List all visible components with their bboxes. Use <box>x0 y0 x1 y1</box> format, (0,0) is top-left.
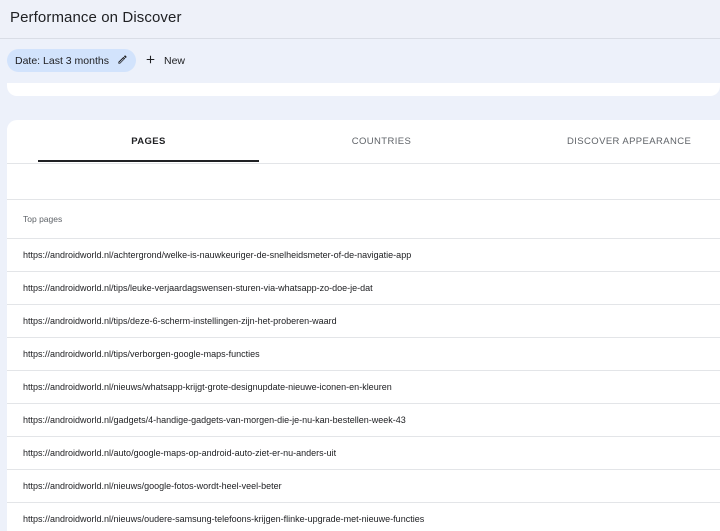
pencil-icon <box>117 54 128 68</box>
table-row[interactable]: https://androidworld.nl/auto/google-maps… <box>7 437 720 470</box>
chart-card-bottom <box>7 83 720 96</box>
tab-discover-appearance[interactable]: DISCOVER APPEARANCE <box>567 120 720 163</box>
table-row[interactable]: https://androidworld.nl/gadgets/4-handig… <box>7 404 720 437</box>
new-filter-button[interactable]: New <box>144 53 185 69</box>
table-row[interactable]: https://androidworld.nl/achtergrond/welk… <box>7 239 720 272</box>
table-row[interactable]: https://androidworld.nl/nieuws/whatsapp-… <box>7 371 720 404</box>
page-title: Performance on Discover <box>10 9 182 26</box>
table-row[interactable]: https://androidworld.nl/tips/verborgen-g… <box>7 338 720 371</box>
tab-pages[interactable]: PAGES <box>38 120 259 163</box>
table-row[interactable]: https://androidworld.nl/tips/deze-6-sche… <box>7 305 720 338</box>
new-filter-label: New <box>164 55 186 67</box>
tab-pages-label: PAGES <box>131 136 166 147</box>
date-filter-chip[interactable]: Date: Last 3 months <box>7 49 136 72</box>
tab-countries-label: COUNTRIES <box>351 136 412 147</box>
table-row[interactable]: https://androidworld.nl/nieuws/oudere-sa… <box>7 503 720 531</box>
tab-discover-appearance-label: DISCOVER APPEARANCE <box>567 136 692 147</box>
tab-bar: PAGES COUNTRIES DISCOVER APPEARANCE <box>7 120 720 164</box>
table-toolbar <box>7 164 720 200</box>
page-header: Performance on Discover <box>0 0 720 39</box>
plus-icon <box>144 53 157 69</box>
column-header-top-pages[interactable]: Top pages <box>23 214 62 224</box>
table-row[interactable]: https://androidworld.nl/nieuws/google-fo… <box>7 470 720 503</box>
tab-countries[interactable]: COUNTRIES <box>271 120 492 163</box>
date-filter-label: Date: Last 3 months <box>15 54 109 67</box>
table-card: PAGES COUNTRIES DISCOVER APPEARANCE Top … <box>7 120 720 531</box>
table-row[interactable]: https://androidworld.nl/tips/leuke-verja… <box>7 272 720 305</box>
active-tab-indicator <box>38 160 259 162</box>
table-body: https://androidworld.nl/achtergrond/welk… <box>7 238 720 531</box>
